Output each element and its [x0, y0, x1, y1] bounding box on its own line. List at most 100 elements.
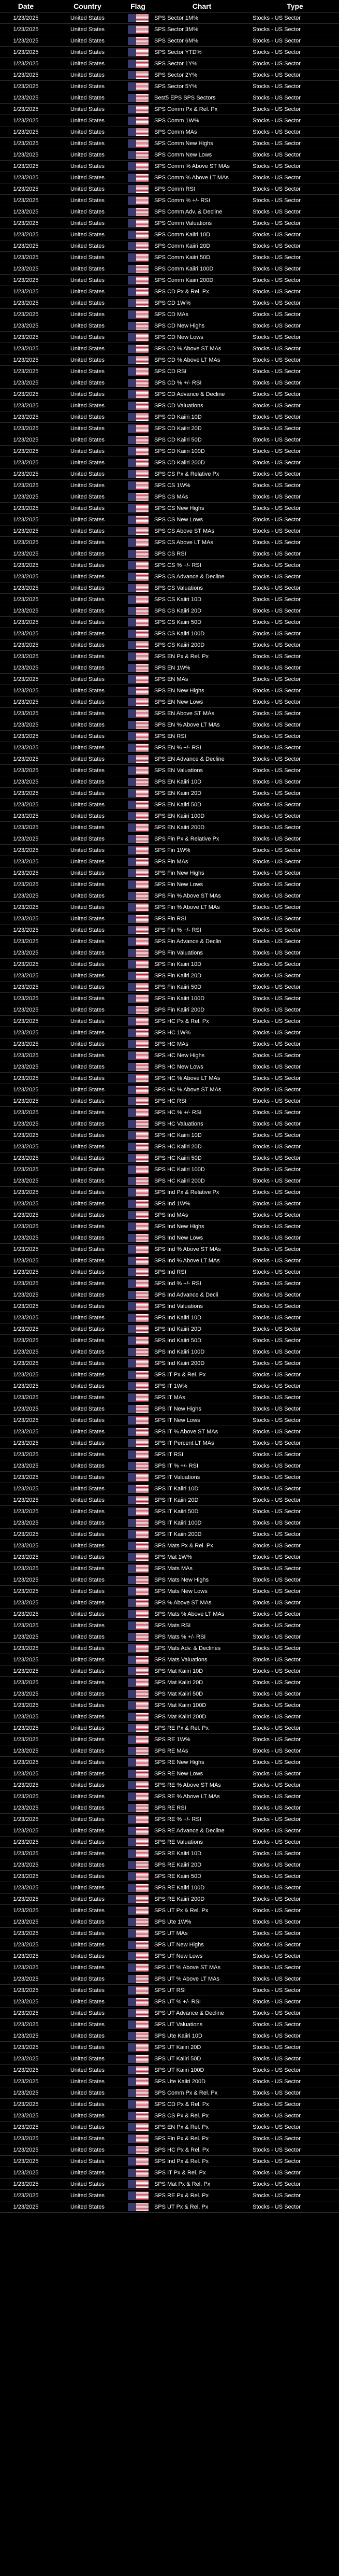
table-row[interactable]: 1/23/2025 United States SPS Fin % Above ST… [0, 890, 339, 902]
cell-chart[interactable]: SPS Sector 2Y% [153, 69, 251, 81]
table-row[interactable]: 1/23/2025 United States SPS RE New Lows Sto… [0, 1768, 339, 1780]
cell-chart[interactable]: SPS IT Kaiiri 10D [153, 1483, 251, 1495]
table-row[interactable]: 1/23/2025 United States SPS Comm Px & Rel.… [0, 2087, 339, 2099]
table-row[interactable]: 1/23/2025 United States SPS EN New Lows Sto… [0, 696, 339, 708]
cell-chart[interactable]: SPS RE Kaiiri 20D [153, 1859, 251, 1871]
cell-chart[interactable]: SPS RE % Above LT MAs [153, 1790, 251, 1802]
cell-chart[interactable]: SPS CD RSI [153, 365, 251, 377]
table-row[interactable]: 1/23/2025 United States SPS EN Valuations S… [0, 764, 339, 776]
table-row[interactable]: 1/23/2025 United States SPS EN Kaiiri 200D… [0, 821, 339, 833]
cell-chart[interactable]: SPS HC MAs [153, 1038, 251, 1050]
cell-chart[interactable]: SPS Fin Kaiiri 100D [153, 992, 251, 1004]
table-row[interactable]: 1/23/2025 United States SPS EN Kaiiri 20D S… [0, 787, 339, 799]
table-row[interactable]: 1/23/2025 United States SPS Ind % +/- RSI S… [0, 1277, 339, 1289]
cell-chart[interactable]: SPS RE RSI [153, 1802, 251, 1814]
cell-chart[interactable]: SPS Mat Kaiiri 100D [153, 1699, 251, 1711]
table-row[interactable]: 1/23/2025 United States SPS EN RSI Stocks -… [0, 730, 339, 742]
cell-chart[interactable]: SPS Ind % Above LT MAs [153, 1255, 251, 1266]
table-row[interactable]: 1/23/2025 United States SPS CD Px & Rel. P… [0, 286, 339, 297]
cell-chart[interactable]: SPS CD 1W% [153, 297, 251, 309]
cell-chart[interactable]: SPS HC Kaiiri 20D [153, 1141, 251, 1152]
table-row[interactable]: 1/23/2025 United States SPS IT Kaiiri 20D S… [0, 1494, 339, 1506]
table-row[interactable]: 1/23/2025 United States SPS RE Kaiiri 200D… [0, 1893, 339, 1905]
table-row[interactable]: 1/23/2025 United States SPS Mat Px & Rel. … [0, 2178, 339, 2190]
cell-chart[interactable]: SPS CS Kaiiri 200D [153, 639, 251, 651]
cell-chart[interactable]: SPS Mats % Above LT MAs [153, 1608, 251, 1620]
table-row[interactable]: 1/23/2025 United States SPS CS Above LT MA… [0, 536, 339, 548]
cell-chart[interactable]: SPS Ind Kaiiri 50D [153, 1334, 251, 1346]
table-row[interactable]: 1/23/2025 United States SPS Fin RSI Stocks … [0, 913, 339, 924]
table-row[interactable]: 1/23/2025 United States SPS RE Kaiiri 10D S… [0, 1847, 339, 1859]
cell-chart[interactable]: SPS HC % +/- RSI [153, 1106, 251, 1118]
cell-chart[interactable]: SPS RE Kaiiri 10D [153, 1847, 251, 1859]
cell-chart[interactable]: Best5 EPS SPS Sectors [153, 92, 251, 104]
table-row[interactable]: 1/23/2025 United States SPS Mats New Lows S… [0, 1585, 339, 1597]
table-row[interactable]: 1/23/2025 United States SPS Mat Kaiiri 10D… [0, 1665, 339, 1677]
table-row[interactable]: 1/23/2025 United States SPS CS Above ST MA… [0, 525, 339, 537]
table-row[interactable]: 1/23/2025 United States SPS Mat Kaiiri 20D… [0, 1676, 339, 1688]
cell-chart[interactable]: SPS RE Px & Rel. Px [153, 1722, 251, 1734]
cell-chart[interactable]: SPS Comm Px & Rel. Px [153, 103, 251, 115]
header-date[interactable]: Date [0, 0, 52, 12]
cell-chart[interactable]: SPS IT Kaiiri 50D [153, 1505, 251, 1517]
table-row[interactable]: 1/23/2025 United States SPS CS Advance & D… [0, 571, 339, 582]
cell-chart[interactable]: SPS HC Kaiiri 10D [153, 1129, 251, 1141]
cell-chart[interactable]: SPS UT Px & Rel. Px [153, 2201, 251, 2213]
cell-chart[interactable]: SPS CS Kaiiri 50D [153, 616, 251, 628]
table-row[interactable]: 1/23/2025 United States SPS Sector 6M% Stoc… [0, 35, 339, 47]
cell-chart[interactable]: SPS HC Valuations [153, 1118, 251, 1130]
table-row[interactable]: 1/23/2025 United States SPS Mats Px & Rel.… [0, 1540, 339, 1552]
table-row[interactable]: 1/23/2025 United States SPS Ute 1W% Stocks … [0, 1916, 339, 1928]
table-row[interactable]: 1/23/2025 United States SPS Ind Valuations… [0, 1300, 339, 1312]
table-row[interactable]: 1/23/2025 United States SPS RE % +/- RSI St… [0, 1813, 339, 1825]
table-row[interactable]: 1/23/2025 United States SPS CD Advance & D… [0, 388, 339, 400]
cell-chart[interactable]: SPS Ind Px & Relative Px [153, 1186, 251, 1198]
cell-chart[interactable]: SPS Mat Kaiiri 20D [153, 1676, 251, 1688]
table-row[interactable]: 1/23/2025 United States SPS IT Kaiiri 100D… [0, 1517, 339, 1529]
cell-chart[interactable]: SPS Fin Px & Relative Px [153, 833, 251, 845]
cell-chart[interactable]: SPS EN Px & Rel. Px [153, 650, 251, 662]
cell-chart[interactable]: SPS CD % Above ST MAs [153, 343, 251, 354]
cell-chart[interactable]: SPS CS Px & Relative Px [153, 468, 251, 480]
table-row[interactable]: 1/23/2025 United States SPS HC Kaiiri 10D S… [0, 1129, 339, 1141]
cell-chart[interactable]: SPS EN % Above LT MAs [153, 719, 251, 731]
table-row[interactable]: 1/23/2025 United States SPS Ind MAs Stocks … [0, 1209, 339, 1221]
table-row[interactable]: 1/23/2025 United States SPS Fin New Highs S… [0, 867, 339, 879]
cell-chart[interactable]: SPS Fin RSI [153, 913, 251, 924]
cell-chart[interactable]: SPS Sector YTD% [153, 46, 251, 58]
cell-chart[interactable]: SPS Ind MAs [153, 1209, 251, 1221]
cell-chart[interactable]: SPS Mat Kaiiri 50D [153, 1688, 251, 1700]
table-row[interactable]: 1/23/2025 United States SPS Fin Kaiiri 10D… [0, 958, 339, 970]
cell-chart[interactable]: SPS EN Kaiiri 10D [153, 776, 251, 788]
cell-chart[interactable]: SPS IT New Lows [153, 1414, 251, 1426]
table-row[interactable]: 1/23/2025 United States SPS CS RSI Stocks -… [0, 548, 339, 560]
table-row[interactable]: 1/23/2025 United States SPS Comm % Above L… [0, 172, 339, 183]
table-row[interactable]: 1/23/2025 United States SPS HC Kaiiri 50D S… [0, 1152, 339, 1164]
table-row[interactable]: 1/23/2025 United States SPS Mats Valuation… [0, 1654, 339, 1666]
table-row[interactable]: 1/23/2025 United States SPS Ind % Above LT… [0, 1255, 339, 1266]
cell-chart[interactable]: SPS CD New Highs [153, 320, 251, 332]
table-row[interactable]: 1/23/2025 United States SPS HC New Lows Sto… [0, 1061, 339, 1073]
table-row[interactable]: 1/23/2025 United States SPS UT New Highs St… [0, 1939, 339, 1951]
cell-chart[interactable]: SPS Fin New Lows [153, 878, 251, 890]
table-row[interactable]: 1/23/2025 United States SPS HC Px & Rel. P… [0, 1015, 339, 1027]
table-row[interactable]: 1/23/2025 United States SPS CD 1W% Stocks -… [0, 297, 339, 309]
cell-chart[interactable]: SPS CD Kaiiri 20D [153, 422, 251, 434]
table-row[interactable]: 1/23/2025 United States SPS HC Kaiiri 100D… [0, 1163, 339, 1175]
table-row[interactable]: 1/23/2025 United States SPS RE Kaiiri 100D… [0, 1882, 339, 1894]
table-row[interactable]: 1/23/2025 United States SPS Ind New Highs S… [0, 1220, 339, 1232]
cell-chart[interactable]: SPS Comm Kaiiri 10D [153, 229, 251, 240]
cell-chart[interactable]: SPS IT Valuations [153, 1471, 251, 1483]
cell-chart[interactable]: SPS CD Kaiiri 10D [153, 411, 251, 423]
table-row[interactable]: 1/23/2025 United States SPS UT Kaiiri 20D S… [0, 2041, 339, 2053]
cell-chart[interactable]: SPS Comm Kaiiri 20D [153, 240, 251, 252]
table-row[interactable]: 1/23/2025 United States SPS CS New Lows Sto… [0, 514, 339, 525]
cell-chart[interactable]: SPS RE New Lows [153, 1768, 251, 1780]
table-row[interactable]: 1/23/2025 United States SPS EN % Above LT … [0, 719, 339, 731]
table-row[interactable]: 1/23/2025 United States SPS HC % Above ST … [0, 1084, 339, 1095]
table-row[interactable]: 1/23/2025 United States SPS CS Kaiiri 50D S… [0, 616, 339, 628]
cell-chart[interactable]: SPS CS Kaiiri 20D [153, 605, 251, 617]
cell-chart[interactable]: SPS CD % +/- RSI [153, 377, 251, 389]
cell-chart[interactable]: SPS CS New Highs [153, 502, 251, 514]
cell-chart[interactable]: SPS Fin MAs [153, 856, 251, 867]
